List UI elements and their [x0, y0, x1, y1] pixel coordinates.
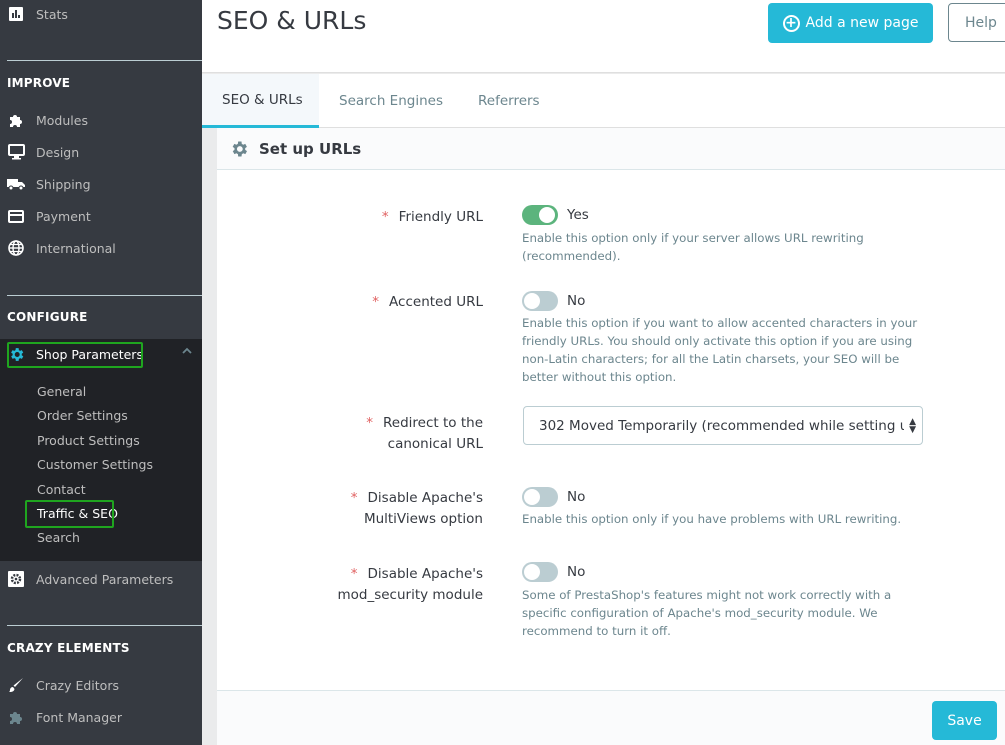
- add-new-page-button[interactable]: + Add a new page: [768, 3, 933, 43]
- field-label-mod-security: * Disable Apache's mod_security module: [337, 566, 483, 603]
- submenu-item-search[interactable]: Search: [37, 530, 80, 545]
- redirect-canonical-value: 302 Moved Temporarily (recommended while…: [539, 417, 904, 434]
- plus-circle-icon: +: [782, 14, 800, 32]
- multiviews-value: No: [567, 489, 586, 505]
- highlight-box-traffic-seo: [25, 500, 114, 528]
- sidebar-divider: [7, 60, 202, 61]
- sidebar-item-label: Modules: [36, 112, 88, 128]
- field-label-friendly-url: * Friendly URL: [381, 209, 483, 225]
- sidebar-item-label: Advanced Parameters: [36, 571, 174, 587]
- sidebar-item-label: Design: [36, 144, 80, 160]
- panel-footer: Save: [217, 690, 1005, 745]
- submenu-item-contact[interactable]: Contact: [37, 482, 86, 497]
- page-header: SEO & URLs + Add a new page Help: [202, 0, 1005, 73]
- panel-title: Set up URLs: [259, 139, 362, 158]
- help-button[interactable]: Help: [948, 3, 1005, 42]
- brush-icon: [7, 676, 25, 694]
- required-marker: *: [381, 209, 389, 225]
- truck-icon: [7, 175, 25, 193]
- partial-icon: [8, 738, 22, 745]
- sidebar-item-crazy-editors[interactable]: Crazy Editors: [0, 671, 202, 699]
- mod-security-switch[interactable]: [522, 562, 558, 582]
- select-arrows-icon: ▲ ▼: [909, 417, 916, 435]
- accented-url-value: No: [567, 293, 586, 309]
- sidebar-item-international[interactable]: International: [0, 234, 202, 262]
- friendly-url-switch[interactable]: [522, 205, 558, 225]
- globe-icon: [7, 239, 25, 257]
- sidebar-item-label: Payment: [36, 208, 91, 224]
- accented-url-switch[interactable]: [522, 291, 558, 311]
- required-marker: *: [372, 294, 380, 310]
- sidebar-divider: [7, 295, 202, 296]
- sidebar-item-label: Crazy Editors: [36, 677, 119, 693]
- field-label-accented-url: * Accented URL: [372, 294, 483, 310]
- credit-card-icon: [7, 207, 25, 225]
- page-title: SEO & URLs: [217, 6, 367, 35]
- multiviews-switch[interactable]: [522, 487, 558, 507]
- sidebar-item-stats[interactable]: Stats: [0, 0, 202, 28]
- multiviews-help: Enable this option only if you have prob…: [522, 512, 902, 526]
- redirect-canonical-select[interactable]: 302 Moved Temporarily (recommended while…: [523, 406, 923, 445]
- friendly-url-value: Yes: [567, 207, 589, 223]
- required-marker: *: [366, 415, 374, 431]
- sidebar-item-label: Shipping: [36, 176, 91, 192]
- gear-box-icon: [7, 570, 25, 588]
- submenu-item-general[interactable]: General: [37, 384, 86, 399]
- accented-url-help: Enable this option if you want to allow …: [522, 316, 918, 384]
- submenu-item-product-settings[interactable]: Product Settings: [37, 433, 140, 448]
- field-label-redirect-canonical: * Redirect to the canonical URL: [366, 415, 483, 452]
- submenu-item-order-settings[interactable]: Order Settings: [37, 408, 128, 423]
- friendly-url-help: Enable this option only if your server a…: [522, 231, 864, 263]
- section-title-configure: CONFIGURE: [7, 310, 88, 324]
- monitor-icon: [7, 143, 25, 161]
- tab-search-engines[interactable]: Search Engines: [339, 74, 443, 128]
- sidebar-item-advanced-parameters[interactable]: Advanced Parameters: [0, 565, 202, 593]
- tab-bar: SEO & URLs Search Engines Referrers: [202, 74, 1005, 128]
- sidebar-divider: [7, 625, 202, 626]
- mod-security-help: Some of PrestaShop's features might not …: [522, 588, 892, 638]
- chevron-up-icon[interactable]: [181, 347, 193, 359]
- sidebar-item-payment[interactable]: Payment: [0, 202, 202, 230]
- sidebar-item-label: Font Manager: [36, 709, 122, 725]
- sidebar: Stats IMPROVE Modules Design Shipping Pa…: [0, 0, 202, 745]
- section-title-crazy-elements: CRAZY ELEMENTS: [7, 641, 130, 655]
- panel-header: Set up URLs: [217, 128, 1005, 170]
- puzzle-icon: [7, 708, 25, 726]
- puzzle-icon: [7, 111, 25, 129]
- content-gutter: [202, 128, 217, 745]
- sidebar-item-shipping[interactable]: Shipping: [0, 170, 202, 198]
- tab-referrers[interactable]: Referrers: [478, 74, 540, 128]
- submenu-item-customer-settings[interactable]: Customer Settings: [37, 457, 153, 472]
- required-marker: *: [350, 566, 358, 582]
- required-marker: *: [350, 490, 358, 506]
- setup-urls-panel: Set up URLs * Friendly URL Yes Enable thi…: [217, 128, 1005, 745]
- bar-chart-icon: [7, 5, 25, 23]
- sidebar-item-design[interactable]: Design: [0, 138, 202, 166]
- gear-icon: [229, 139, 249, 159]
- sidebar-item-label: Stats: [36, 6, 68, 22]
- field-label-multiviews: * Disable Apache's MultiViews option: [350, 490, 483, 527]
- sidebar-item-label: International: [36, 240, 116, 256]
- section-title-improve: IMPROVE: [7, 76, 71, 90]
- sidebar-item-modules[interactable]: Modules: [0, 106, 202, 134]
- highlight-box-shop-parameters: [7, 342, 143, 368]
- save-button[interactable]: Save: [932, 701, 997, 740]
- add-new-page-label: Add a new page: [805, 15, 919, 31]
- tab-seo-urls[interactable]: SEO & URLs: [202, 74, 319, 128]
- sidebar-item-font-manager[interactable]: Font Manager: [0, 703, 202, 731]
- mod-security-value: No: [567, 564, 586, 580]
